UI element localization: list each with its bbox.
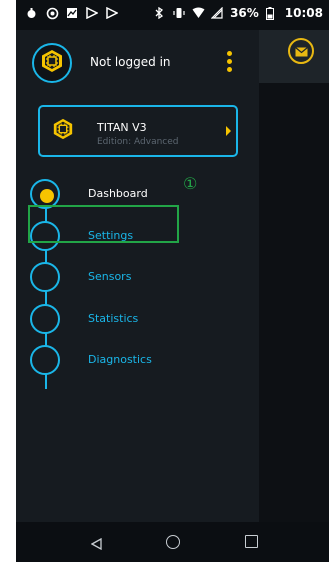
avatar[interactable] [32,43,72,83]
chevron-right-icon [226,126,231,136]
nav-item-label: Diagnostics [88,353,152,366]
notification-icon [46,7,59,20]
home-icon[interactable] [166,535,180,549]
status-bar: 36% 10:08 [16,0,329,30]
hex-chip-icon [52,118,74,140]
signal-icon [210,6,223,19]
app-content-scrim[interactable] [259,83,329,522]
navigation-drawer: Not logged in TITAN V3 Edition: Advanced… [16,30,259,522]
kebab-menu-icon[interactable] [227,51,233,75]
nav-node-icon [30,304,60,334]
recents-icon[interactable] [245,535,258,548]
play-store-icon [106,6,119,20]
nav-item-label: Statistics [88,312,139,325]
hex-chip-icon [40,49,64,77]
annotation-number: ① [183,174,198,193]
nav-node-icon [30,262,60,292]
play-store-icon [86,6,99,20]
notification-icon [66,7,77,20]
highlight-box [28,205,179,243]
mail-icon [294,42,308,61]
nav-item-label: Dashboard [88,187,148,200]
battery-percent: 36% [230,6,259,20]
system-navigation-bar [16,522,329,562]
login-status[interactable]: Not logged in [90,55,171,69]
phone-screen: 36% 10:08 Not logged in TITAN V3 Edition… [16,0,329,562]
device-name: TITAN V3 [97,121,147,134]
active-dot-icon [40,189,54,203]
device-card[interactable]: TITAN V3 Edition: Advanced [38,105,238,157]
system-status: 36% 10:08 [154,6,323,20]
vibrate-icon [173,7,185,19]
battery-icon [265,7,278,20]
bluetooth-icon [154,6,166,20]
mail-button[interactable] [288,38,314,64]
notification-icon [26,7,37,20]
notification-icons [26,6,119,20]
nav-item-label: Sensors [88,270,132,283]
clock: 10:08 [284,6,323,20]
wifi-icon [192,7,205,19]
nav-node-icon [30,345,60,375]
device-edition: Edition: Advanced [97,137,179,147]
back-icon[interactable] [90,535,102,554]
